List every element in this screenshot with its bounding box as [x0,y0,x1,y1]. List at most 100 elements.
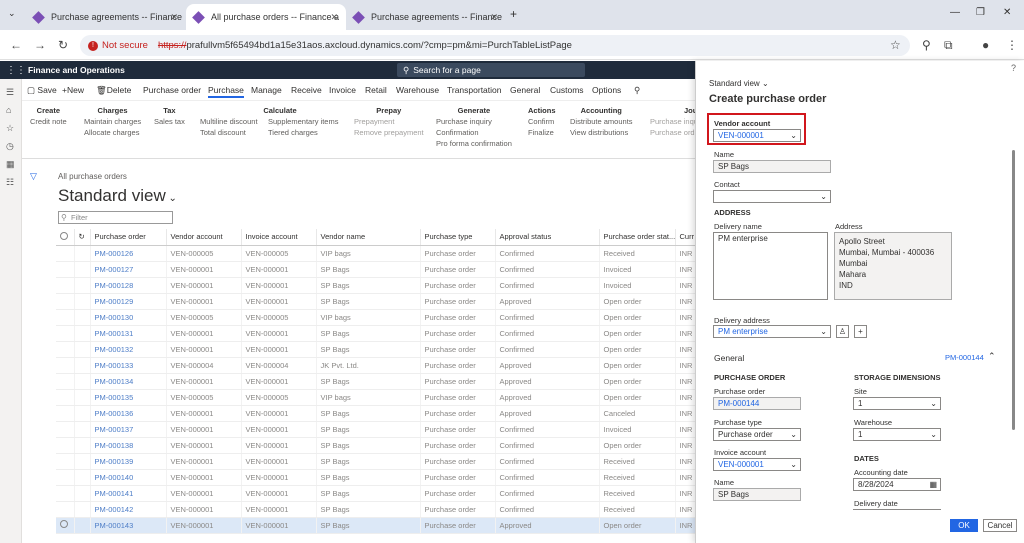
tab-receive[interactable]: Receive [291,85,322,95]
cell-purchase-order[interactable]: PM-000128 [90,277,167,294]
row-select-radio[interactable] [56,453,75,470]
modules-icon[interactable]: ☷ [6,177,14,188]
cancel-button[interactable]: Cancel [983,519,1017,532]
action-search-icon[interactable]: ⚲ [634,85,640,96]
row-select-radio[interactable] [56,261,75,278]
table-row[interactable]: PM-000139 VEN-000001 VEN-000001 SP Bags Purc… [56,453,696,470]
purchase-type-select[interactable]: Purchase order ⌄ [713,428,801,441]
row-select-radio[interactable] [56,437,75,454]
cell-purchase-order[interactable]: PM-000140 [90,469,167,486]
column-header-approval-status[interactable]: Approval status [495,229,600,246]
finalize-button[interactable]: Finalize [528,127,556,138]
cell-purchase-order[interactable]: PM-000130 [90,309,167,326]
sales-tax-button[interactable]: Sales tax [154,116,185,127]
cell-purchase-order[interactable]: PM-000142 [90,501,167,518]
column-header-currency[interactable]: Curr [675,229,696,246]
row-select-radio[interactable] [56,325,75,342]
table-row[interactable]: PM-000126 VEN-000005 VEN-000005 VIP bags Pur… [56,245,696,262]
table-row[interactable]: PM-000142 VEN-000001 VEN-000001 SP Bags Purc… [56,501,696,518]
table-row[interactable]: PM-000130 VEN-000005 VEN-000005 VIP bags Pur… [56,309,696,326]
delivery-address-field[interactable]: PM enterprise ⌄ [713,325,831,338]
contact-field[interactable]: ⌄ [713,190,831,203]
row-select-radio[interactable] [56,501,75,518]
back-icon[interactable]: ← [10,38,22,52]
tab-invoice[interactable]: Invoice [329,85,356,95]
column-header-vendor-account[interactable]: Vendor account [166,229,242,246]
tab-options[interactable]: Options [592,85,621,95]
row-select-radio[interactable] [56,357,75,374]
security-indicator[interactable]: ! Not secure [88,40,148,51]
close-icon[interactable]: ✕ [330,12,338,23]
row-select-radio[interactable] [56,405,75,422]
chevron-up-icon[interactable]: ⌃ [988,351,996,362]
multiline-discount-button[interactable]: Multiline discount [200,116,258,127]
close-icon[interactable]: ✕ [170,12,178,23]
allocate-charges-button[interactable]: Allocate charges [84,127,141,138]
cell-purchase-order[interactable]: PM-000132 [90,341,167,358]
invoice-account-field[interactable]: VEN-000001 ⌄ [713,458,801,471]
table-row[interactable]: PM-000137 VEN-000001 VEN-000001 SP Bags Purc… [56,421,696,438]
row-select-radio[interactable] [56,485,75,502]
table-row[interactable]: PM-000135 VEN-000005 VEN-000005 VIP bags Pur… [56,389,696,406]
column-header-vendor-name[interactable]: Vendor name [316,229,421,246]
tab-transportation[interactable]: Transportation [447,85,502,95]
purchase-inquiry-journal-button[interactable]: Purchase inqu [650,116,695,127]
workspaces-icon[interactable]: ▦ [6,159,15,170]
tab-purchase[interactable]: Purchase [208,85,244,98]
column-header-po-status[interactable]: Purchase order stat... [599,229,676,246]
cell-purchase-order[interactable]: PM-000141 [90,485,167,502]
page-search[interactable]: ⚲ Search for a page [397,63,585,77]
supplementary-items-button[interactable]: Supplementary items [268,116,338,127]
table-row[interactable]: PM-000134 VEN-000001 VEN-000001 SP Bags Purc… [56,373,696,390]
table-row[interactable]: PM-000132 VEN-000001 VEN-000001 SP Bags Purc… [56,341,696,358]
forward-icon[interactable]: → [34,38,46,52]
waffle-icon[interactable]: ⋮⋮ [6,65,26,76]
close-icon[interactable]: ✕ [490,12,498,23]
panel-view-selector[interactable]: Standard view ⌄ [709,79,769,88]
delete-button[interactable]: 🗑Delete [96,85,131,96]
cell-purchase-order[interactable]: PM-000139 [90,453,167,470]
table-row[interactable]: PM-000133 VEN-000004 VEN-000004 JK Pvt. Ltd… [56,357,696,374]
table-row[interactable]: PM-000129 VEN-000001 VEN-000001 SP Bags Purc… [56,293,696,310]
row-select-radio[interactable] [56,309,75,326]
column-header-purchase-type[interactable]: Purchase type [420,229,496,246]
column-header-purchase-order[interactable]: Purchase order [90,229,167,246]
cell-purchase-order[interactable]: PM-000129 [90,293,167,310]
puzzle-icon[interactable]: ⧉ [944,38,953,53]
browser-tab-1[interactable]: Purchase agreements -- Finance ✕ [26,4,186,30]
recent-icon[interactable]: ◷ [6,141,14,152]
cell-purchase-order[interactable]: PM-000143 [90,517,167,534]
address-details-button[interactable]: ♙ [836,325,849,338]
credit-note-button[interactable]: Credit note [30,116,67,127]
select-all-radio[interactable] [56,229,75,246]
restore-icon[interactable]: ❐ [976,7,985,18]
table-row[interactable]: PM-000131 VEN-000001 VEN-000001 SP Bags Purc… [56,325,696,342]
tab-search-icon[interactable]: ⌄ [8,8,16,19]
tab-purchase-order[interactable]: Purchase order [143,85,201,95]
row-select-radio[interactable] [56,293,75,310]
bookmark-star-icon[interactable]: ☆ [890,38,901,52]
row-select-radio[interactable] [56,421,75,438]
save-button[interactable]: ▢ Save [27,85,57,96]
browser-tab-3[interactable]: Purchase agreements -- Finance ✕ [346,4,506,30]
cell-purchase-order[interactable]: PM-000127 [90,261,167,278]
remove-prepayment-button[interactable]: Remove prepayment [354,127,424,138]
browser-tab-2[interactable]: All purchase orders -- Finance a ✕ [186,4,346,30]
add-address-button[interactable]: + [854,325,867,338]
table-row[interactable]: PM-000128 VEN-000001 VEN-000001 SP Bags Purc… [56,277,696,294]
table-row[interactable]: PM-000140 VEN-000001 VEN-000001 SP Bags Purc… [56,469,696,486]
row-select-radio[interactable] [56,341,75,358]
delivery-date-field[interactable] [853,509,941,510]
minimize-icon[interactable]: — [950,7,960,18]
site-select[interactable]: 1 ⌄ [853,397,941,410]
distribute-amounts-button[interactable]: Distribute amounts [570,116,633,127]
favorites-icon[interactable]: ☆ [6,123,14,134]
row-select-radio[interactable] [56,245,75,262]
total-discount-button[interactable]: Total discount [200,127,246,138]
pro-forma-confirmation-button[interactable]: Pro forma confirmation [436,138,512,149]
table-row[interactable]: PM-000141 VEN-000001 VEN-000001 SP Bags Purc… [56,485,696,502]
home-icon[interactable]: ⌂ [6,105,11,115]
help-button[interactable]: ? [1011,63,1016,73]
cell-purchase-order[interactable]: PM-000133 [90,357,167,374]
refresh-icon[interactable]: ↻ [74,229,91,246]
